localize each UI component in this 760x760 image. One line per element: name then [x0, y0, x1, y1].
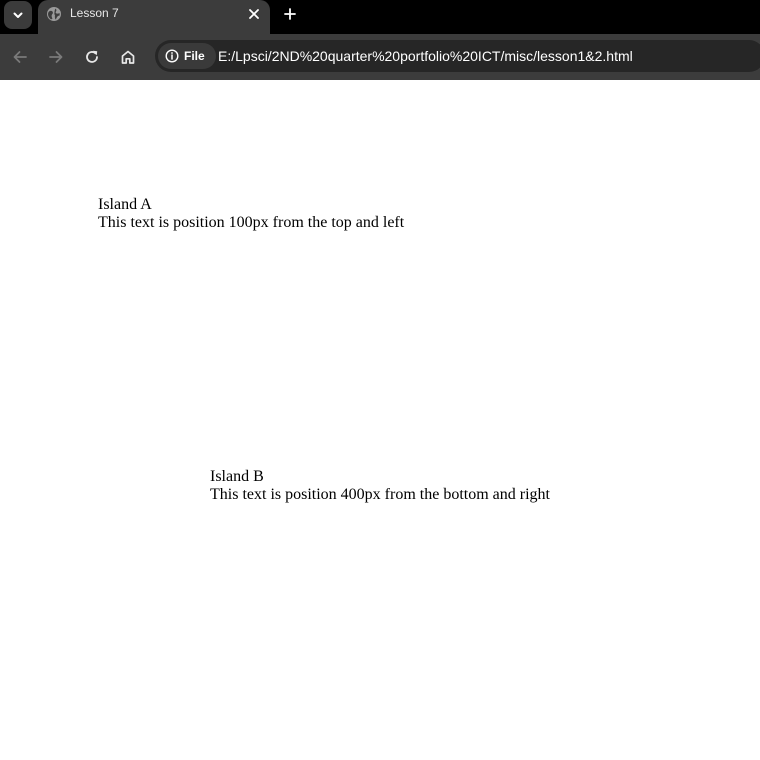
arrow-left-icon: [13, 51, 27, 63]
island-a-heading: Island A: [98, 196, 152, 213]
tab-close-button[interactable]: [244, 4, 264, 24]
island-b-text: This text is position 400px from the bot…: [210, 486, 550, 503]
island-a: Island A This text is position 100px fro…: [98, 196, 404, 232]
site-chip-label: File: [184, 49, 205, 63]
island-a-text: This text is position 100px from the top…: [98, 214, 405, 231]
arrow-right-icon: [49, 51, 63, 63]
reload-icon: [86, 50, 98, 63]
address-bar[interactable]: File E:/Lpsci/2ND%20quarter%20portfolio%…: [155, 40, 760, 72]
browser-toolbar: File E:/Lpsci/2ND%20quarter%20portfolio%…: [0, 34, 760, 80]
forward-button[interactable]: [43, 44, 69, 70]
island-b: Island B This text is position 400px fro…: [210, 468, 550, 504]
url-text[interactable]: E:/Lpsci/2ND%20quarter%20portfolio%20ICT…: [218, 48, 633, 64]
new-tab-button[interactable]: [278, 2, 302, 26]
reload-button[interactable]: [79, 44, 105, 70]
info-icon: [165, 49, 179, 63]
back-button[interactable]: [7, 44, 33, 70]
tab-strip: Lesson 7: [0, 0, 760, 34]
site-info-button[interactable]: File: [158, 43, 216, 69]
globe-icon: [47, 7, 61, 21]
tab-search-button[interactable]: [4, 1, 32, 29]
island-b-heading: Island B: [210, 468, 264, 485]
chevron-down-icon: [13, 12, 23, 18]
tab-lesson-7[interactable]: Lesson 7: [38, 0, 270, 34]
plus-icon: [284, 8, 296, 20]
close-icon: [249, 9, 259, 19]
home-icon: [121, 50, 135, 64]
home-button[interactable]: [115, 44, 141, 70]
tab-title: Lesson 7: [70, 6, 119, 20]
page-viewport: Island A This text is position 100px fro…: [0, 80, 760, 760]
